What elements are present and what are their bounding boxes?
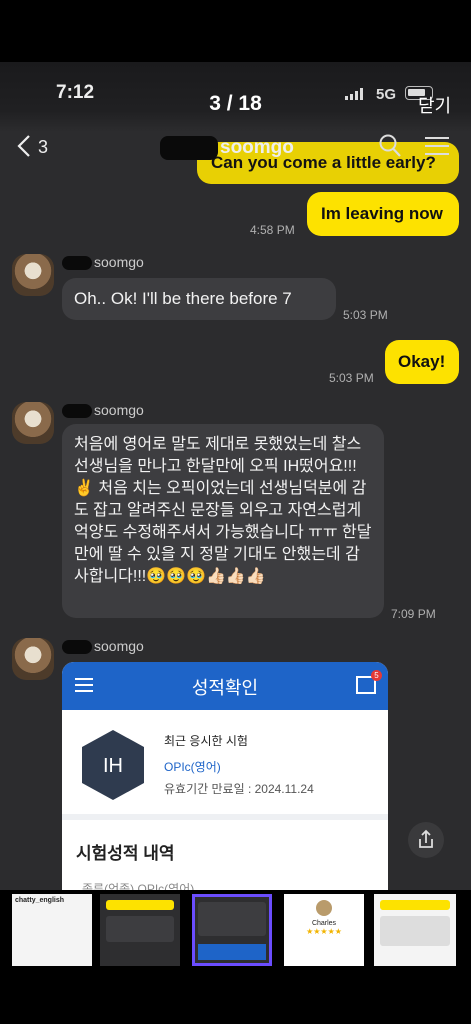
thumbnail[interactable]: Charles ★★★★★ bbox=[284, 894, 364, 966]
thumbnail[interactable] bbox=[100, 894, 180, 966]
share-button[interactable] bbox=[408, 822, 444, 858]
thumbnail-selected[interactable] bbox=[192, 894, 272, 966]
partial-row: 종류(언종) OPIc(영어) bbox=[82, 882, 195, 890]
sender-name: soomgo bbox=[62, 254, 144, 271]
bottom-black-area bbox=[0, 970, 471, 1024]
back-count[interactable]: 3 bbox=[38, 137, 48, 158]
avatar bbox=[12, 638, 54, 680]
expiry-date: 유효기간 만료일 : 2024.11.24 bbox=[164, 782, 314, 796]
my-message-bubble: Im leaving now bbox=[307, 192, 459, 236]
image-counter: 3 / 18 bbox=[209, 92, 262, 115]
grade-hexagon-icon: IH bbox=[82, 730, 144, 800]
menu-icon[interactable] bbox=[425, 137, 449, 161]
section-title: 시험성적 내역 bbox=[76, 844, 175, 863]
app-header-title: 성적확인 bbox=[191, 678, 259, 698]
thumbnail[interactable] bbox=[374, 894, 456, 966]
recent-test-label: 최근 응시한 시험 bbox=[164, 734, 248, 748]
top-black-area bbox=[0, 0, 471, 62]
embedded-score-screenshot[interactable]: 성적확인 5 IH 최근 응시한 시험 OPIc(영어) 유효기간 만료일 : … bbox=[62, 662, 388, 890]
other-message-bubble: 처음에 영어로 말도 제대로 못했었는데 찰스선생님을 만나고 한달만에 오픽 … bbox=[62, 424, 384, 618]
message-timestamp: 5:03 PM bbox=[343, 308, 388, 322]
grade-label: IH bbox=[103, 755, 123, 777]
chat-header: 3 soomgo bbox=[0, 128, 471, 168]
thumbnail[interactable]: chatty_english bbox=[12, 894, 92, 966]
chevron-left-icon[interactable] bbox=[16, 132, 32, 160]
other-message-bubble: Oh.. Ok! I'll be there before 7 bbox=[62, 278, 336, 320]
avatar bbox=[12, 402, 54, 444]
search-icon[interactable] bbox=[378, 133, 402, 159]
recent-test-card: IH 최근 응시한 시험 OPIc(영어) 유효기간 만료일 : 2024.11… bbox=[62, 710, 388, 820]
chat-title: soomgo bbox=[160, 136, 294, 160]
notification-badge: 5 bbox=[371, 670, 382, 681]
share-icon bbox=[419, 829, 433, 848]
message-timestamp: 4:58 PM bbox=[250, 223, 295, 237]
close-button[interactable]: 닫기 bbox=[418, 92, 451, 118]
sender-name: soomgo bbox=[62, 638, 144, 655]
message-timestamp: 5:03 PM bbox=[329, 371, 374, 385]
avatar bbox=[12, 254, 54, 296]
thumbnail-strip: chatty_english Charles ★★★★★ bbox=[0, 890, 471, 970]
message-timestamp: 7:09 PM bbox=[391, 607, 436, 621]
my-message-bubble: Okay! bbox=[385, 340, 459, 384]
app-header-bar: 성적확인 5 bbox=[62, 662, 388, 710]
sender-name: soomgo bbox=[62, 402, 144, 419]
test-name: OPIc(영어) bbox=[164, 760, 221, 774]
